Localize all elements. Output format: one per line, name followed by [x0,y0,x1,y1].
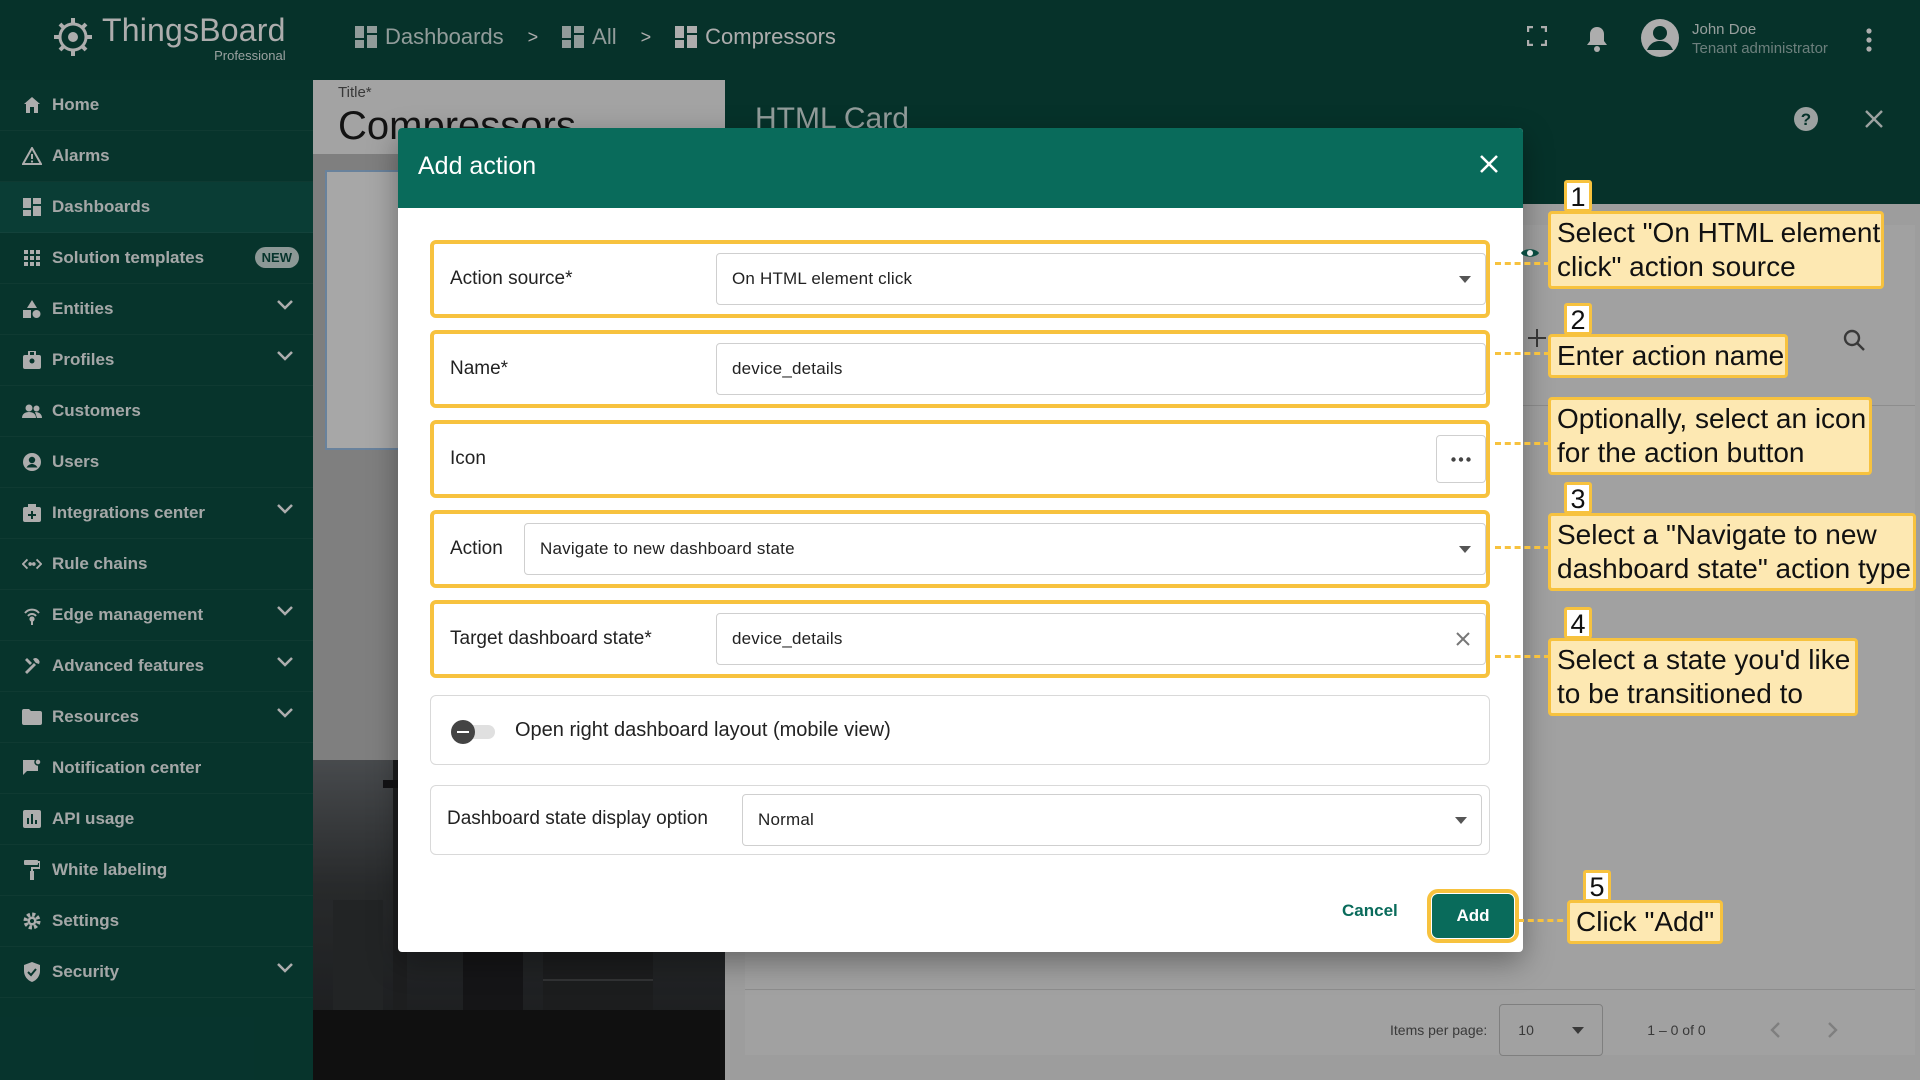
name-label: Name* [450,358,509,379]
icon-picker-button[interactable] [1436,435,1486,483]
callout-text: Click "Add" [1576,906,1715,937]
callout-box-icon: Optionally, select an icon for the actio… [1548,397,1872,475]
display-option-value: Normal [758,810,814,829]
action-source-label: Action source* [450,268,573,289]
callout-text: Select "On HTML element [1557,217,1881,248]
callout-leader [1495,352,1550,355]
display-option-row: Dashboard state display option Normal [430,785,1490,855]
icon-label: Icon [450,448,486,469]
toggle-thumb [451,720,475,744]
more-horizontal-icon [1451,456,1471,462]
callout-number: 1 [1564,180,1592,212]
open-right-layout-row: Open right dashboard layout (mobile view… [430,695,1490,765]
dropdown-arrow-icon [1459,276,1471,283]
display-option-select[interactable]: Normal [742,794,1482,846]
clear-icon[interactable] [1455,631,1471,647]
callout-text: Optionally, select an icon [1557,403,1867,434]
callout-number: 3 [1564,482,1592,514]
display-option-label: Dashboard state display option [447,808,708,829]
callout-box-add: Click "Add" [1567,900,1723,944]
callout-box-action-type: Select a "Navigate to new dashboard stat… [1548,513,1916,591]
name-value: device_details [732,359,843,378]
action-type-row: Action Navigate to new dashboard state [430,510,1490,588]
action-type-select[interactable]: Navigate to new dashboard state [524,523,1486,575]
callout-text: click" action source [1557,251,1796,282]
cancel-button[interactable]: Cancel [1342,901,1398,921]
target-state-value: device_details [732,629,843,648]
callout-number: 2 [1564,303,1592,335]
callout-leader [1495,262,1550,265]
action-source-row: Action source* On HTML element click [430,240,1490,318]
action-source-select[interactable]: On HTML element click [716,253,1486,305]
name-row: Name* device_details [430,330,1490,408]
action-source-value: On HTML element click [732,269,913,288]
dialog-header: Add action [398,128,1523,208]
eye-icon [1521,249,1539,257]
callout-text: Select a "Navigate to new [1557,519,1877,550]
callout-text: to be transitioned to [1557,678,1803,709]
dialog-title: Add action [418,152,537,180]
callout-leader [1518,919,1573,922]
callout-leader [1495,442,1550,445]
close-icon[interactable] [1479,154,1499,174]
callout-box-target-state: Select a state you'd like to be transiti… [1548,638,1858,716]
callout-number: 5 [1583,870,1611,902]
open-right-layout-toggle[interactable] [451,720,497,744]
name-input[interactable]: device_details [716,343,1486,395]
callout-box-action-name: Enter action name [1548,334,1788,378]
dropdown-arrow-icon [1455,817,1467,824]
add-action-dialog: Add action Action source* On HTML elemen… [398,128,1523,952]
icon-row: Icon [430,420,1490,498]
target-state-label: Target dashboard state* [450,628,652,649]
callout-text: Enter action name [1557,340,1785,371]
target-state-select[interactable]: device_details [716,613,1486,665]
action-type-value: Navigate to new dashboard state [540,539,795,558]
add-button[interactable]: Add [1427,889,1519,943]
callout-text: for the action button [1557,437,1805,468]
open-right-layout-label: Open right dashboard layout (mobile view… [515,719,891,741]
callout-text: dashboard state" action type [1557,553,1911,584]
callout-text: Select a state you'd like [1557,644,1851,675]
target-state-row: Target dashboard state* device_details [430,600,1490,678]
callout-number: 4 [1564,607,1592,639]
callout-leader [1495,546,1550,549]
callout-box-action-source: Select "On HTML element click" action so… [1548,211,1884,289]
dropdown-arrow-icon [1459,546,1471,553]
callout-leader [1495,655,1550,658]
action-type-label: Action [450,538,503,559]
